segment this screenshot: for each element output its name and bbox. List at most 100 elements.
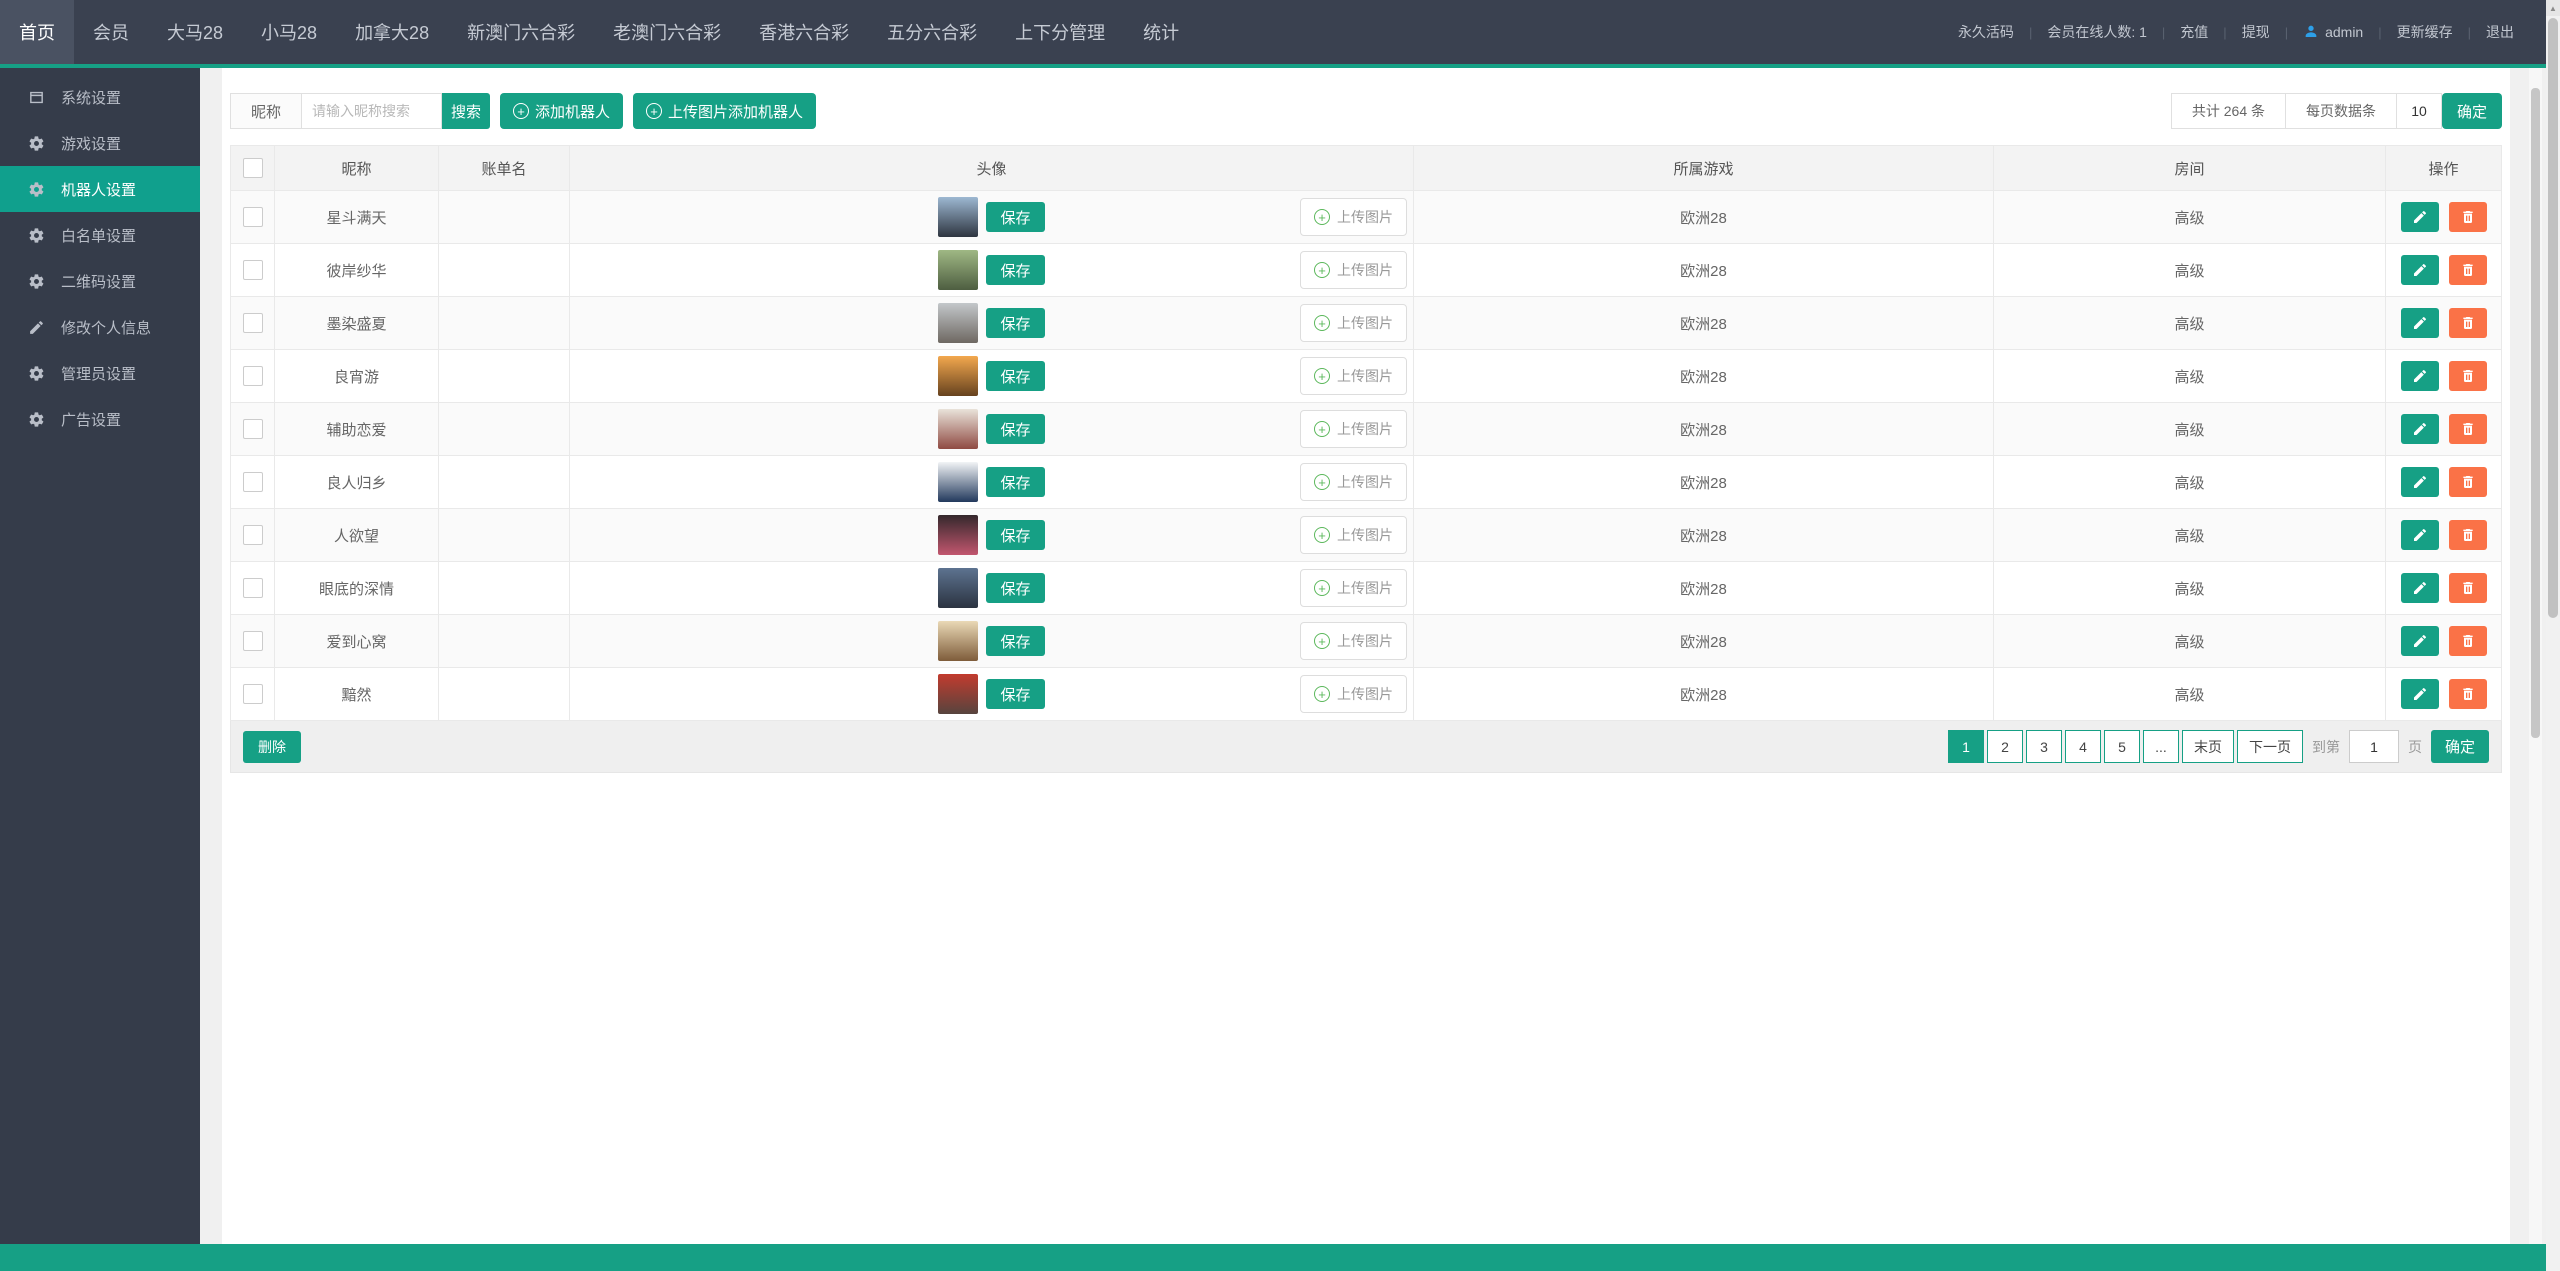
goto-page-input[interactable]: [2349, 730, 2399, 763]
delete-button[interactable]: [2448, 255, 2487, 285]
delete-selected-button[interactable]: 删除: [243, 730, 301, 763]
row-checkbox[interactable]: [242, 578, 263, 598]
nav-tab[interactable]: 小马28: [242, 0, 336, 64]
nav-tab[interactable]: 新澳门六合彩: [448, 0, 594, 64]
row-checkbox[interactable]: [242, 525, 263, 545]
upload-image-button[interactable]: + 上传图片: [1300, 357, 1407, 395]
nav-tab[interactable]: 首页: [0, 0, 74, 64]
upload-add-robot-button[interactable]: + 上传图片添加机器人: [633, 93, 817, 129]
upload-image-button[interactable]: + 上传图片: [1300, 569, 1407, 607]
per-page-input[interactable]: [2396, 93, 2442, 129]
save-button[interactable]: 保存: [986, 573, 1045, 603]
row-checkbox[interactable]: [242, 260, 263, 280]
admin-user-link[interactable]: admin: [2303, 23, 2363, 42]
save-button[interactable]: 保存: [986, 414, 1045, 444]
delete-button[interactable]: [2448, 467, 2487, 497]
nav-tab[interactable]: 老澳门六合彩: [594, 0, 740, 64]
delete-button[interactable]: [2448, 679, 2487, 709]
sidebar-item[interactable]: 修改个人信息: [0, 304, 200, 350]
sidebar-item[interactable]: 系统设置: [0, 74, 200, 120]
save-button[interactable]: 保存: [986, 626, 1045, 656]
edit-button[interactable]: [2400, 520, 2439, 550]
upload-image-button[interactable]: + 上传图片: [1300, 251, 1407, 289]
save-button[interactable]: 保存: [986, 202, 1045, 232]
nav-tab[interactable]: 香港六合彩: [740, 0, 868, 64]
row-checkbox[interactable]: [242, 207, 263, 227]
sidebar-item[interactable]: 广告设置: [0, 396, 200, 442]
nav-tab[interactable]: 统计: [1124, 0, 1198, 64]
sidebar-item[interactable]: 管理员设置: [0, 350, 200, 396]
upload-image-button[interactable]: + 上传图片: [1300, 198, 1407, 236]
save-button[interactable]: 保存: [986, 308, 1045, 338]
upload-image-button[interactable]: + 上传图片: [1300, 675, 1407, 713]
inner-scrollbar[interactable]: [2529, 68, 2542, 1244]
nav-tab[interactable]: 上下分管理: [996, 0, 1124, 64]
save-button[interactable]: 保存: [986, 467, 1045, 497]
outer-scrollbar[interactable]: ▲: [2546, 0, 2560, 1271]
edit-button[interactable]: [2400, 255, 2439, 285]
scrollbar-thumb[interactable]: [2548, 18, 2558, 618]
edit-button[interactable]: [2400, 308, 2439, 338]
delete-button[interactable]: [2448, 361, 2487, 391]
add-robot-button[interactable]: + 添加机器人: [500, 93, 624, 129]
upload-image-button[interactable]: + 上传图片: [1300, 304, 1407, 342]
upload-image-button[interactable]: + 上传图片: [1300, 463, 1407, 501]
edit-button[interactable]: [2400, 467, 2439, 497]
nav-right-link[interactable]: 充值: [2180, 22, 2208, 42]
row-checkbox[interactable]: [242, 366, 263, 386]
nav-tab[interactable]: 五分六合彩: [868, 0, 996, 64]
nav-tab[interactable]: 加拿大28: [336, 0, 448, 64]
row-checkbox[interactable]: [242, 631, 263, 651]
edit-button[interactable]: [2400, 202, 2439, 232]
page-button[interactable]: 末页: [2182, 730, 2234, 763]
save-button[interactable]: 保存: [986, 679, 1045, 709]
upload-image-button[interactable]: + 上传图片: [1300, 410, 1407, 448]
nav-tab[interactable]: 会员: [74, 0, 148, 64]
row-checkbox[interactable]: [242, 419, 263, 439]
search-button[interactable]: 搜索: [442, 93, 490, 129]
upload-image-button[interactable]: + 上传图片: [1300, 516, 1407, 554]
nav-right-link[interactable]: 提现: [2242, 22, 2270, 42]
page-button[interactable]: 下一页: [2237, 730, 2303, 763]
delete-button[interactable]: [2448, 626, 2487, 656]
per-page-confirm-button[interactable]: 确定: [2442, 93, 2502, 129]
upload-image-button[interactable]: + 上传图片: [1300, 622, 1407, 660]
delete-button[interactable]: [2448, 202, 2487, 232]
nav-right-link[interactable]: 退出: [2486, 22, 2514, 42]
page-button[interactable]: 2: [1987, 730, 2023, 763]
page-button[interactable]: 4: [2065, 730, 2101, 763]
select-all-checkbox[interactable]: [242, 158, 263, 178]
nav-right-link[interactable]: 永久活码: [1958, 22, 2014, 42]
page-button[interactable]: 5: [2104, 730, 2140, 763]
save-button[interactable]: 保存: [986, 520, 1045, 550]
search-input[interactable]: [302, 93, 442, 129]
row-checkbox[interactable]: [242, 684, 263, 704]
nickname-cell: 墨染盛夏: [274, 296, 439, 350]
edit-button[interactable]: [2400, 626, 2439, 656]
edit-button[interactable]: [2400, 679, 2439, 709]
delete-button[interactable]: [2448, 520, 2487, 550]
scrollbar-thumb[interactable]: [2531, 88, 2540, 738]
save-button[interactable]: 保存: [986, 255, 1045, 285]
delete-button[interactable]: [2448, 308, 2487, 338]
sidebar-item[interactable]: 白名单设置: [0, 212, 200, 258]
goto-page-confirm-button[interactable]: 确定: [2431, 730, 2489, 763]
page-button[interactable]: ...: [2143, 730, 2179, 763]
row-checkbox[interactable]: [242, 472, 263, 492]
sidebar-item[interactable]: 二维码设置: [0, 258, 200, 304]
edit-button[interactable]: [2400, 573, 2439, 603]
avatar-group: 保存: [571, 621, 1413, 661]
page-button[interactable]: 3: [2026, 730, 2062, 763]
page-button[interactable]: 1: [1948, 730, 1984, 763]
edit-button[interactable]: [2400, 414, 2439, 444]
row-checkbox[interactable]: [242, 313, 263, 333]
nav-right-link[interactable]: 更新缓存: [2397, 22, 2453, 42]
edit-button[interactable]: [2400, 361, 2439, 391]
nav-tab[interactable]: 大马28: [148, 0, 242, 64]
sidebar-item[interactable]: 机器人设置: [0, 166, 200, 212]
save-button[interactable]: 保存: [986, 361, 1045, 391]
scrollbar-up-arrow-icon[interactable]: ▲: [2546, 0, 2560, 16]
delete-button[interactable]: [2448, 414, 2487, 444]
sidebar-item[interactable]: 游戏设置: [0, 120, 200, 166]
delete-button[interactable]: [2448, 573, 2487, 603]
